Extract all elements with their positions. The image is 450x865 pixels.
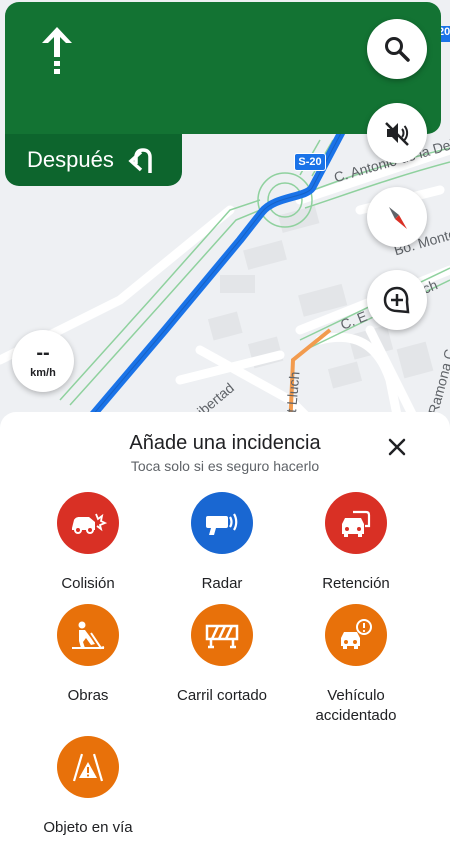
incident-label: Vehículo accidentado (315, 687, 397, 724)
add-report-icon (383, 286, 410, 314)
compass-button[interactable] (367, 187, 427, 247)
mute-button[interactable] (367, 103, 427, 163)
traffic-jam-icon (325, 492, 387, 554)
report-incident-sheet: Añade una incidencia Toca solo si es seg… (0, 412, 450, 865)
close-button[interactable] (380, 430, 414, 464)
incident-label: Radar (201, 575, 243, 592)
next-maneuver-banner[interactable]: Después (5, 134, 182, 186)
search-icon (385, 37, 410, 62)
construction-icon (57, 604, 119, 666)
speed-value: -- (36, 342, 50, 364)
straight-arrow-icon (42, 27, 72, 74)
incident-traffic-jam[interactable]: Retención (289, 492, 423, 594)
incident-label: Carril cortado (176, 687, 268, 704)
search-button[interactable] (367, 19, 427, 79)
volume-off-icon (385, 122, 409, 146)
u-turn-icon (128, 148, 152, 173)
route-shield: S-20 (294, 153, 326, 171)
road-hazard-icon (57, 736, 119, 798)
incident-stalled-vehicle[interactable]: Vehículo accidentado (289, 604, 423, 726)
incident-lane-closure[interactable]: Carril cortado (155, 604, 289, 706)
incident-speed-camera[interactable]: Radar (155, 492, 289, 594)
speedometer: -- km/h (12, 330, 74, 392)
incident-label: Retención (322, 575, 390, 592)
then-label: Después (27, 147, 114, 172)
add-report-button[interactable] (367, 270, 427, 330)
close-icon (388, 438, 406, 456)
incident-collision[interactable]: Colisión (21, 492, 155, 594)
lane-closure-icon (191, 604, 253, 666)
compass-icon (389, 207, 407, 229)
incident-label: Colisión (61, 575, 115, 592)
speed-unit: km/h (30, 367, 56, 379)
incident-label: Obras (67, 687, 109, 704)
incident-construction[interactable]: Obras (21, 604, 155, 706)
incident-road-hazard[interactable]: Objeto en vía (21, 736, 155, 838)
collision-icon (57, 492, 119, 554)
incident-label: Objeto en vía (43, 819, 133, 836)
speed-camera-icon (191, 492, 253, 554)
stalled-vehicle-icon (325, 604, 387, 666)
